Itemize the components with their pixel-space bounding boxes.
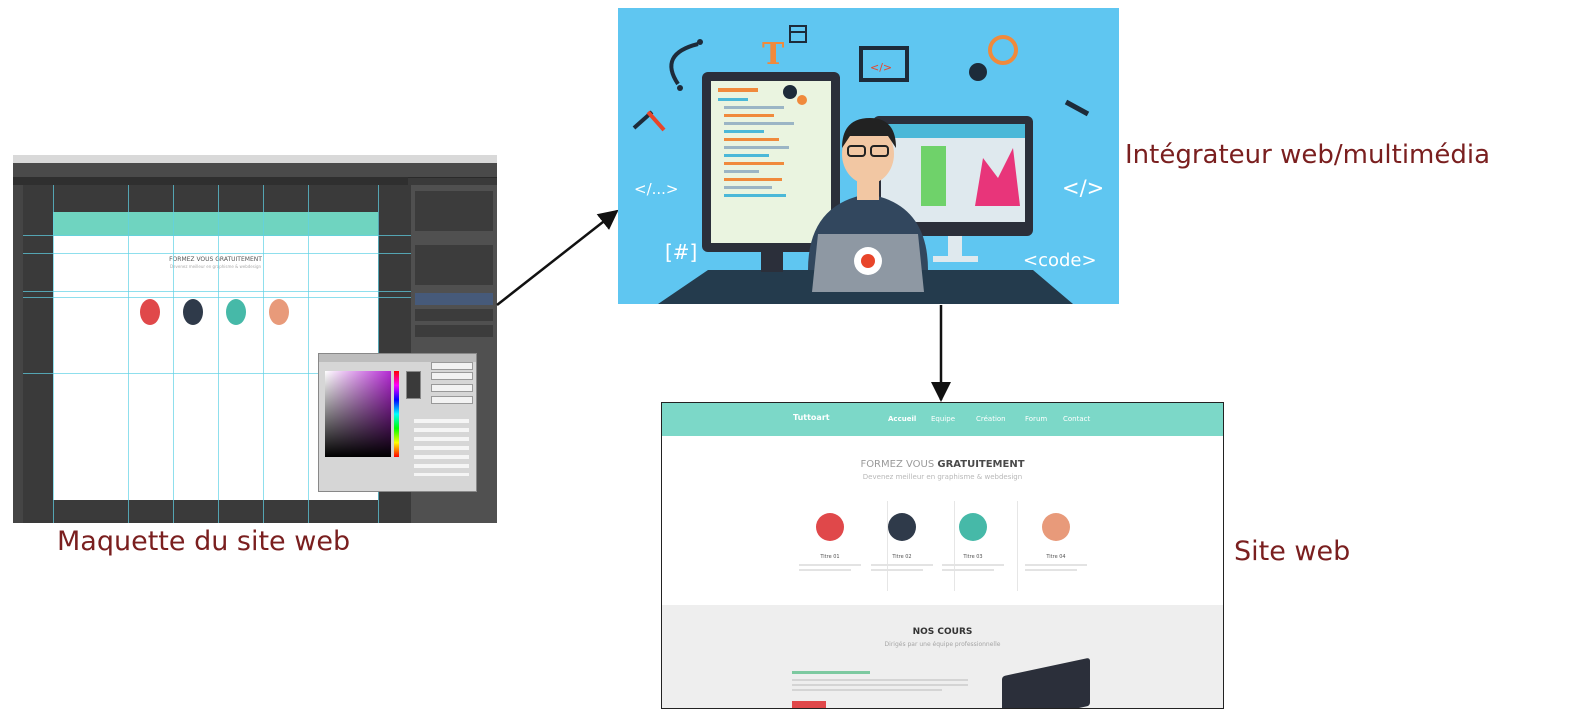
caption-integrator: Intégrateur web/multimédia <box>1125 140 1491 170</box>
lollipop-icon <box>959 513 987 541</box>
courses-title: NOS COURS <box>912 627 973 637</box>
code-tag-symbol: <code> <box>1023 250 1097 271</box>
nav-item-accueil[interactable]: Accueil <box>888 415 916 423</box>
hash-symbol: [#] <box>665 240 698 264</box>
cupcake-icon <box>816 513 844 541</box>
feature-title: Titre 02 <box>892 554 912 560</box>
arrow-mockup-to-integrator <box>496 209 619 306</box>
feature-title: Titre 04 <box>1046 554 1066 560</box>
courses-section: NOS COURS Dirigés par une équipe profess… <box>662 605 1223 708</box>
closing-tag-symbol: </...> <box>634 180 679 198</box>
svg-text:T: T <box>762 37 785 72</box>
tag-symbol: </> <box>1062 176 1105 200</box>
nav-item-forum[interactable]: Forum <box>1025 415 1047 423</box>
laptop-image <box>1002 657 1090 708</box>
website-screenshot: Tuttoart Accueil Equipe Création Forum C… <box>661 402 1224 709</box>
caption-website: Site web <box>1234 536 1351 567</box>
rocket-icon <box>888 513 916 541</box>
caption-mockup: Maquette du site web <box>57 526 351 557</box>
site-subtagline: Devenez meilleur en graphisme & webdesig… <box>862 473 1023 481</box>
feature-title: Titre 01 <box>820 554 840 560</box>
site-logo: Tuttoart <box>793 413 830 422</box>
svg-text:</>: </> <box>870 61 892 74</box>
nav-item-creation[interactable]: Création <box>976 415 1006 423</box>
site-header: Tuttoart Accueil Equipe Création Forum C… <box>662 403 1223 436</box>
feature-title: Titre 03 <box>963 554 983 560</box>
nav-item-equipe[interactable]: Equipe <box>931 415 955 423</box>
courses-subtitle: Dirigés par une équipe professionnelle <box>884 641 1001 648</box>
nav-item-contact[interactable]: Contact <box>1063 415 1090 423</box>
icecream-icon <box>1042 513 1070 541</box>
site-tagline: FORMEZ VOUS GRATUITEMENT <box>860 459 1025 470</box>
web-integrator-illustration: T </> </...> [#] </> <code> <box>618 8 1119 304</box>
